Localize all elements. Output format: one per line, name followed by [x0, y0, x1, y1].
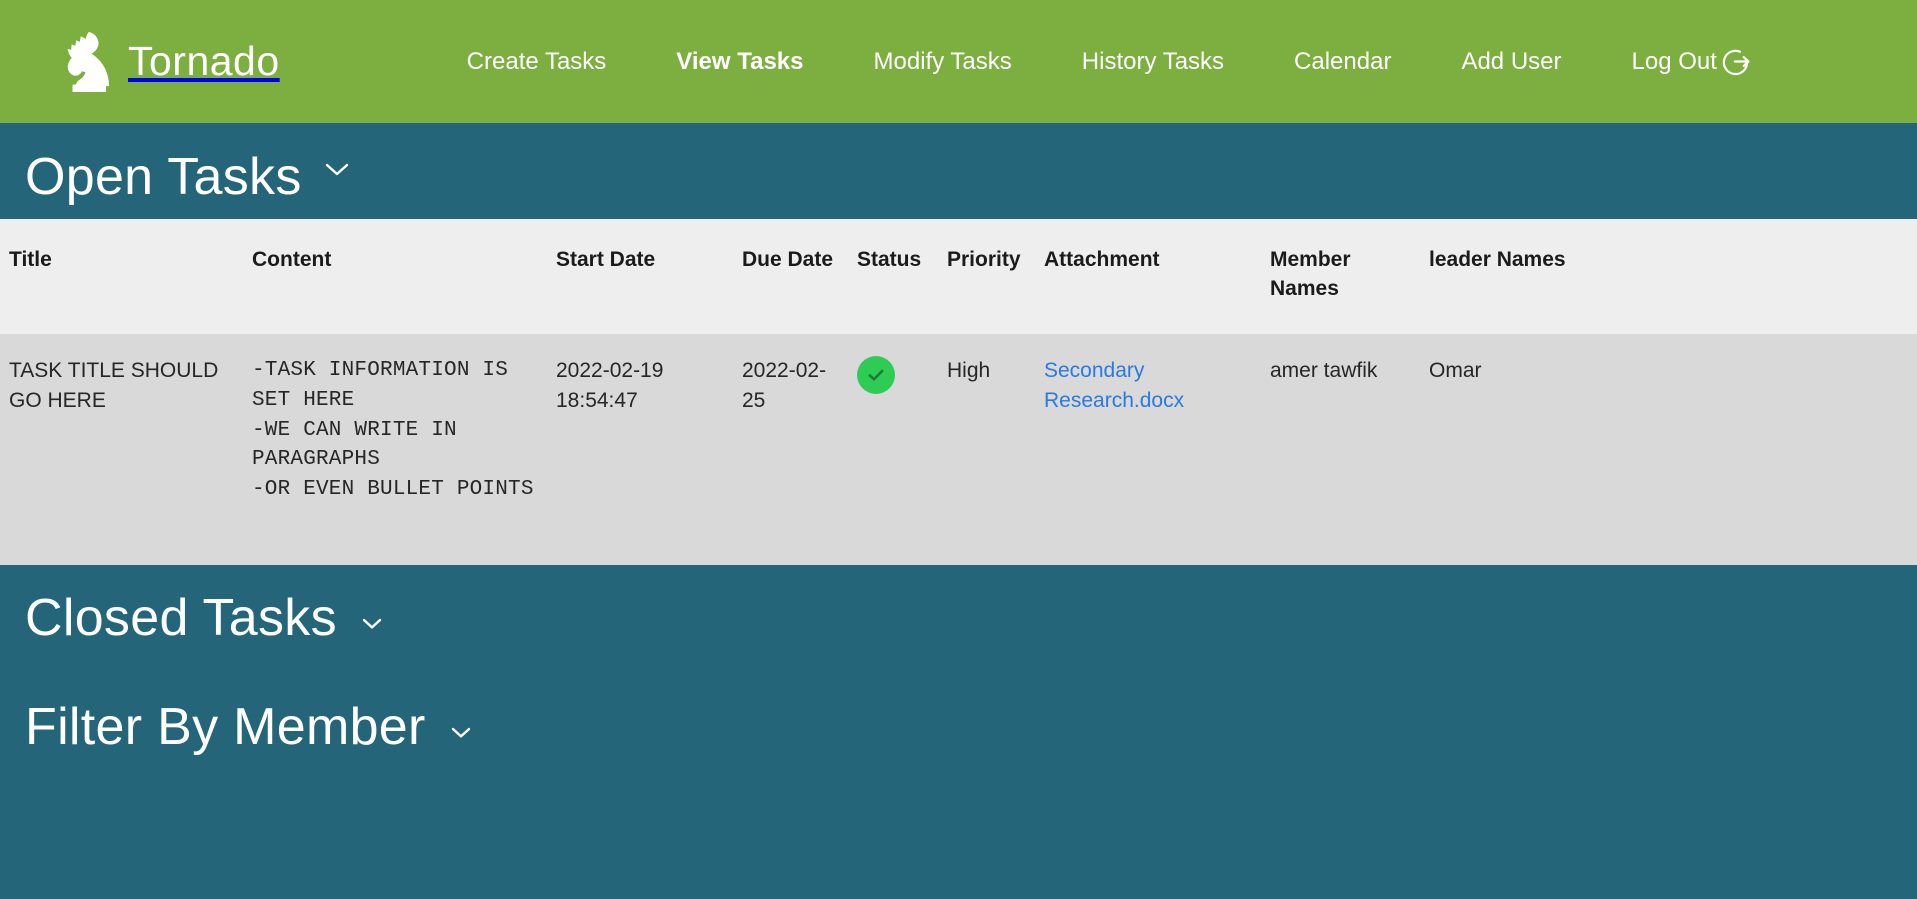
cell-status: [857, 333, 947, 565]
nav-item-create-tasks[interactable]: Create Tasks: [467, 42, 607, 82]
sign-out-icon: [1720, 46, 1751, 77]
attachment-link[interactable]: Secondary Research.docx: [1044, 359, 1184, 412]
table-row: TASK TITLE SHOULD GO HERE -TASK INFORMAT…: [0, 333, 1917, 565]
cell-attachment: Secondary Research.docx: [1044, 333, 1270, 565]
column-header-title: Title: [0, 219, 252, 334]
nav-item-log-out[interactable]: Log Out: [1632, 40, 1751, 83]
nav-item-calendar[interactable]: Calendar: [1294, 42, 1391, 82]
brand-logo-link[interactable]: Tornado: [62, 31, 280, 93]
primary-nav: Create Tasks View Tasks Modify Tasks His…: [467, 40, 1751, 83]
open-tasks-section: Open Tasks Title Content Start Date Due …: [0, 123, 1917, 565]
chess-knight-icon: [62, 31, 112, 93]
table-header-row: Title Content Start Date Due Date Status…: [0, 219, 1917, 334]
open-tasks-table: Title Content Start Date Due Date Status…: [0, 219, 1917, 565]
closed-tasks-toggle[interactable]: Closed Tasks: [0, 565, 1917, 671]
closed-tasks-section: Closed Tasks: [0, 565, 1917, 671]
nav-item-view-tasks[interactable]: View Tasks: [676, 42, 803, 82]
table-header: Title Content Start Date Due Date Status…: [0, 219, 1917, 334]
nav-item-history-tasks[interactable]: History Tasks: [1082, 42, 1224, 82]
open-tasks-title: Open Tasks: [25, 148, 302, 206]
nav-label-create-tasks: Create Tasks: [466, 47, 607, 75]
column-header-member-names: Member Names: [1270, 219, 1429, 334]
nav-item-add-user[interactable]: Add User: [1461, 42, 1561, 82]
column-header-content: Content: [252, 219, 556, 334]
cell-leader-names: Omar: [1429, 333, 1917, 565]
nav-label-history-tasks: History Tasks: [1081, 47, 1225, 75]
column-header-priority: Priority: [947, 219, 1044, 334]
nav-label-modify-tasks: Modify Tasks: [873, 47, 1012, 75]
chevron-down-icon: [324, 161, 350, 177]
cell-content: -TASK INFORMATION IS SET HERE -WE CAN WR…: [252, 333, 556, 565]
cell-member-names: amer tawfik: [1270, 333, 1429, 565]
nav-label-calendar: Calendar: [1294, 47, 1392, 75]
table-body: TASK TITLE SHOULD GO HERE -TASK INFORMAT…: [0, 333, 1917, 565]
top-navigation-bar: Tornado Create Tasks View Tasks Modify T…: [0, 0, 1917, 123]
nav-item-modify-tasks[interactable]: Modify Tasks: [874, 42, 1012, 82]
column-header-attachment: Attachment: [1044, 219, 1270, 334]
column-header-due-date: Due Date: [742, 219, 857, 334]
nav-label-view-tasks: View Tasks: [676, 47, 804, 75]
cell-start-date: 2022-02-19 18:54:47: [556, 333, 742, 565]
cell-due-date: 2022-02-25: [742, 333, 857, 565]
cell-priority: High: [947, 333, 1044, 565]
chevron-down-icon: [448, 724, 474, 740]
chevron-down-icon: [359, 615, 385, 631]
brand-name: Tornado: [128, 38, 280, 84]
nav-label-add-user: Add User: [1461, 47, 1562, 75]
column-header-status: Status: [857, 219, 947, 334]
page-background-fill: [0, 783, 1917, 843]
check-circle-icon: [857, 355, 895, 394]
column-header-leader-names: leader Names: [1429, 219, 1917, 334]
filter-by-member-title: Filter By Member: [25, 698, 426, 756]
column-header-start-date: Start Date: [556, 219, 742, 334]
open-tasks-toggle[interactable]: Open Tasks: [0, 123, 1917, 219]
cell-title: TASK TITLE SHOULD GO HERE: [0, 333, 252, 565]
filter-by-member-section: Filter By Member: [0, 671, 1917, 783]
filter-by-member-toggle[interactable]: Filter By Member: [0, 671, 1917, 783]
nav-label-log-out: Log Out: [1631, 47, 1717, 75]
closed-tasks-title: Closed Tasks: [25, 589, 337, 647]
